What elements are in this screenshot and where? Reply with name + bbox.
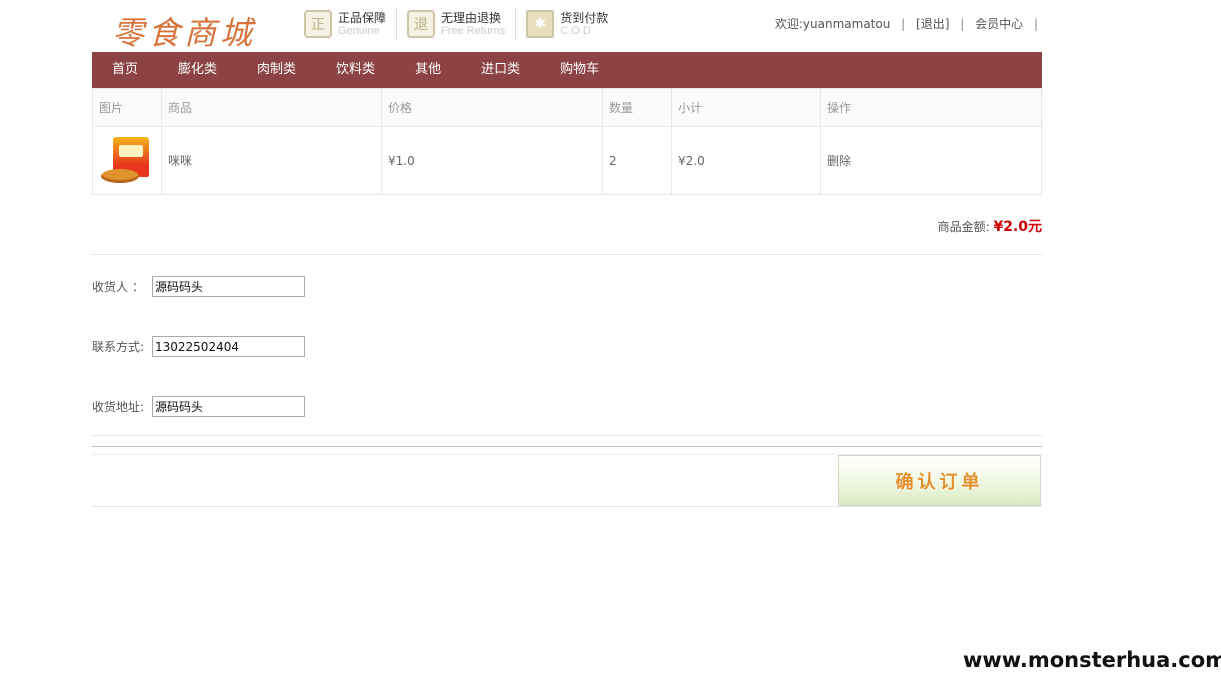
- table-row: 咪咪 ¥1.0 2 ¥2.0 删除: [92, 126, 1042, 195]
- address-row: 收货地址:: [92, 396, 305, 417]
- col-price: 价格: [381, 88, 603, 127]
- badge-title: 正品保障: [338, 10, 387, 25]
- nav-item-imported[interactable]: 进口类: [461, 52, 540, 88]
- product-image-cell: [92, 126, 162, 195]
- phone-row: 联系方式:: [92, 336, 305, 357]
- separator: |: [901, 17, 906, 31]
- divider: [92, 446, 1042, 447]
- shield-icon: 正: [304, 10, 332, 38]
- col-product: 商品: [161, 88, 382, 127]
- badge-subtitle: Genuine: [338, 24, 380, 37]
- product-image[interactable]: [99, 135, 151, 187]
- welcome-text: 欢迎:yuanmamatou: [774, 17, 891, 31]
- gift-icon: ✱: [526, 10, 555, 38]
- address-label: 收货地址:: [92, 400, 145, 414]
- site-logo[interactable]: 零食商城: [112, 8, 256, 54]
- nav-item-cart[interactable]: 购物车: [540, 52, 619, 88]
- product-price: ¥1.0: [381, 126, 603, 195]
- address-input[interactable]: [152, 396, 305, 417]
- badge-subtitle: Free Returns: [441, 24, 506, 37]
- nav-item-meat[interactable]: 肉制类: [237, 52, 316, 88]
- product-subtotal: ¥2.0: [671, 126, 821, 195]
- product-qty: 2: [602, 126, 672, 195]
- col-action: 操作: [820, 88, 1042, 127]
- badge-cod: ✱ 货到付款 C.O.D: [526, 8, 618, 40]
- badge-title: 货到付款: [560, 10, 609, 25]
- phone-input[interactable]: [152, 336, 305, 357]
- badge-subtitle: C.O.D: [560, 24, 591, 37]
- nav-item-puffed[interactable]: 膨化类: [158, 52, 237, 88]
- watermark: www.monsterhua.com: [963, 648, 1221, 672]
- receiver-label: 收货人 ：: [92, 280, 144, 294]
- user-bar: 欢迎:yuanmamatou | [退出] | 会员中心 |: [773, 15, 1043, 32]
- badge-returns: 退 无理由退换 Free Returns: [407, 8, 517, 40]
- badge-title: 无理由退换: [441, 10, 502, 25]
- col-qty: 数量: [602, 88, 672, 127]
- logout-link[interactable]: [退出]: [916, 17, 949, 31]
- col-image: 图片: [92, 88, 162, 127]
- shield-icon: 退: [407, 10, 436, 38]
- cart-table: 图片 商品 价格 数量 小计 操作 咪咪 ¥1.0 2 ¥2.0 删除: [92, 88, 1042, 195]
- member-center-link[interactable]: 会员中心: [975, 17, 1023, 31]
- total-label: 商品金额:: [937, 220, 990, 234]
- order-total: 商品金额: ¥2.0元: [938, 216, 1042, 236]
- main-nav: 首页 膨化类 肉制类 饮料类 其他 进口类 购物车: [92, 52, 1042, 88]
- receiver-input[interactable]: [152, 276, 305, 297]
- separator: |: [1033, 17, 1038, 31]
- divider: [92, 254, 1042, 255]
- total-value: ¥2.0元: [993, 219, 1042, 235]
- service-badges: 正 正品保障 Genuine 退 无理由退换 Free Returns ✱ 货到…: [304, 8, 628, 40]
- nav-item-drinks[interactable]: 饮料类: [316, 52, 395, 88]
- confirm-order-button[interactable]: 确认订单: [838, 455, 1041, 506]
- receiver-row: 收货人 ：: [92, 276, 305, 297]
- divider: [92, 435, 1042, 436]
- divider: [92, 506, 1042, 507]
- badge-genuine: 正 正品保障 Genuine: [304, 8, 398, 40]
- delete-link[interactable]: 删除: [820, 126, 1042, 195]
- nav-item-home[interactable]: 首页: [92, 52, 158, 88]
- nav-item-other[interactable]: 其他: [395, 52, 461, 88]
- separator: |: [960, 17, 965, 31]
- col-subtotal: 小计: [671, 88, 821, 127]
- phone-label: 联系方式:: [92, 340, 145, 354]
- product-name[interactable]: 咪咪: [161, 126, 382, 195]
- cart-header-row: 图片 商品 价格 数量 小计 操作: [92, 88, 1042, 127]
